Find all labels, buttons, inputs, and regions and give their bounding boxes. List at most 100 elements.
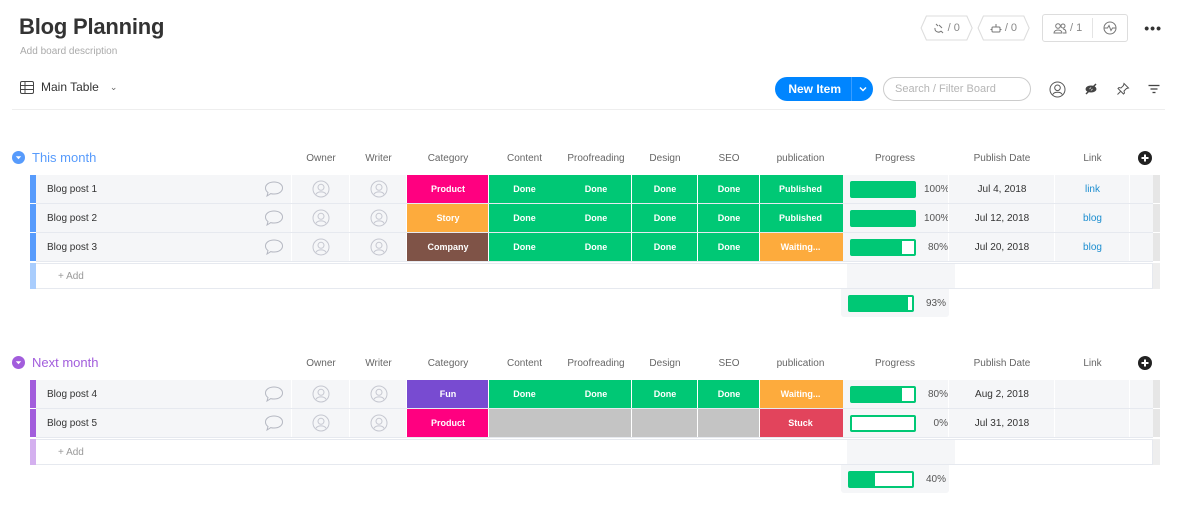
new-item-button[interactable]: New Item (775, 77, 873, 101)
column-header-writer[interactable]: Writer (350, 358, 407, 369)
table-row[interactable]: Blog post 3 Company Done Done Done Done Waitin… (30, 233, 1160, 262)
writer-cell[interactable] (350, 204, 407, 232)
owner-cell[interactable] (292, 409, 350, 437)
category-cell[interactable]: Story (407, 204, 489, 232)
publish-date-cell[interactable]: Jul 20, 2018 (949, 233, 1055, 261)
seo-status-cell[interactable]: Done (698, 175, 760, 203)
column-header-category[interactable]: Category (407, 153, 489, 164)
owner-cell[interactable] (292, 204, 350, 232)
sort-button[interactable] (1148, 84, 1160, 95)
item-name-text[interactable]: Blog post 4 (47, 389, 97, 400)
publish-date-cell[interactable]: Jul 12, 2018 (949, 204, 1055, 232)
table-row[interactable]: Blog post 4 Fun Done Done Done Done Waiting...… (30, 380, 1160, 409)
group-title[interactable]: This month (12, 150, 96, 165)
new-item-dropdown[interactable] (851, 77, 873, 101)
link-cell[interactable] (1055, 409, 1130, 437)
board-description[interactable]: Add board description (20, 46, 117, 57)
table-row[interactable]: Blog post 5 Product Stuck 0% Jul 31, 2018 (30, 409, 1160, 438)
proofreading-status-cell[interactable] (560, 409, 632, 437)
item-name[interactable]: Blog post 4 (36, 380, 292, 408)
link-cell[interactable]: blog (1055, 204, 1130, 232)
automations-button[interactable]: / 0 (977, 15, 1030, 41)
item-name-text[interactable]: Blog post 1 (47, 184, 97, 195)
column-header-publish-date[interactable]: Publish Date (949, 358, 1055, 369)
publication-status-cell[interactable]: Waiting... (760, 233, 841, 261)
collapse-group-icon[interactable] (12, 356, 25, 369)
design-status-cell[interactable]: Done (632, 380, 698, 408)
column-header-progress[interactable]: Progress (841, 358, 949, 369)
collapse-group-icon[interactable] (12, 151, 25, 164)
table-row[interactable]: Blog post 2 Story Done Done Done Done Publishe… (30, 204, 1160, 233)
column-header-owner[interactable]: Owner (292, 153, 350, 164)
publish-date-cell[interactable]: Aug 2, 2018 (949, 380, 1055, 408)
item-name[interactable]: Blog post 3 (36, 233, 292, 261)
item-name-text[interactable]: Blog post 3 (47, 242, 97, 253)
group-title[interactable]: Next month (12, 355, 98, 370)
proofreading-status-cell[interactable]: Done (560, 380, 632, 408)
content-status-cell[interactable]: Done (489, 175, 560, 203)
content-status-cell[interactable]: Done (489, 380, 560, 408)
design-status-cell[interactable] (632, 409, 698, 437)
column-header-link[interactable]: Link (1055, 358, 1130, 369)
seo-status-cell[interactable]: Done (698, 380, 760, 408)
proofreading-status-cell[interactable]: Done (560, 175, 632, 203)
person-filter-button[interactable] (1049, 81, 1066, 98)
column-header-progress[interactable]: Progress (841, 153, 949, 164)
category-cell[interactable]: Company (407, 233, 489, 261)
writer-cell[interactable] (350, 175, 407, 203)
seo-status-cell[interactable] (698, 409, 760, 437)
item-name-text[interactable]: Blog post 5 (47, 418, 97, 429)
group-title-text[interactable]: Next month (32, 355, 98, 370)
view-selector[interactable]: Main Table ⌄ (20, 80, 117, 94)
link-cell[interactable]: link (1055, 175, 1130, 203)
content-status-cell[interactable] (489, 409, 560, 437)
column-header-design[interactable]: Design (632, 358, 698, 369)
column-header-publish-date[interactable]: Publish Date (949, 153, 1055, 164)
link-text[interactable]: blog (1083, 213, 1102, 224)
column-header-content[interactable]: Content (489, 358, 560, 369)
column-header-seo[interactable]: SEO (698, 358, 760, 369)
hide-columns-button[interactable] (1084, 83, 1098, 95)
table-row[interactable]: Blog post 1 Product Done Done Done Done Publis… (30, 175, 1160, 204)
add-item-input[interactable]: + Add (58, 271, 84, 282)
add-item-input[interactable]: + Add (58, 447, 84, 458)
publish-date-cell[interactable]: Jul 4, 2018 (949, 175, 1055, 203)
add-item-row[interactable]: + Add (30, 439, 1160, 465)
column-header-design[interactable]: Design (632, 153, 698, 164)
category-cell[interactable]: Product (407, 175, 489, 203)
design-status-cell[interactable]: Done (632, 233, 698, 261)
owner-cell[interactable] (292, 175, 350, 203)
column-header-publication[interactable]: publication (760, 153, 841, 164)
column-header-link[interactable]: Link (1055, 153, 1130, 164)
updates-button[interactable] (256, 204, 292, 232)
category-cell[interactable]: Fun (407, 380, 489, 408)
design-status-cell[interactable]: Done (632, 204, 698, 232)
link-text[interactable]: link (1085, 184, 1100, 195)
column-header-owner[interactable]: Owner (292, 358, 350, 369)
pin-button[interactable] (1116, 82, 1130, 96)
members-button[interactable]: / 1 (1043, 15, 1092, 41)
link-cell[interactable] (1055, 380, 1130, 408)
more-options-button[interactable]: ••• (1144, 20, 1162, 36)
category-cell[interactable]: Product (407, 409, 489, 437)
add-column-button[interactable] (1138, 356, 1152, 375)
column-header-proofreading[interactable]: Proofreading (560, 153, 632, 164)
publish-date-cell[interactable]: Jul 31, 2018 (949, 409, 1055, 437)
column-header-proofreading[interactable]: Proofreading (560, 358, 632, 369)
content-status-cell[interactable]: Done (489, 233, 560, 261)
item-name[interactable]: Blog post 2 (36, 204, 292, 232)
activity-button[interactable] (1093, 15, 1127, 41)
seo-status-cell[interactable]: Done (698, 204, 760, 232)
column-header-publication[interactable]: publication (760, 358, 841, 369)
column-header-seo[interactable]: SEO (698, 153, 760, 164)
owner-cell[interactable] (292, 233, 350, 261)
publication-status-cell[interactable]: Waiting... (760, 380, 841, 408)
publication-status-cell[interactable]: Stuck (760, 409, 841, 437)
group-title-text[interactable]: This month (32, 150, 96, 165)
link-text[interactable]: blog (1083, 242, 1102, 253)
owner-cell[interactable] (292, 380, 350, 408)
proofreading-status-cell[interactable]: Done (560, 204, 632, 232)
writer-cell[interactable] (350, 233, 407, 261)
updates-button[interactable] (256, 175, 292, 203)
link-cell[interactable]: blog (1055, 233, 1130, 261)
